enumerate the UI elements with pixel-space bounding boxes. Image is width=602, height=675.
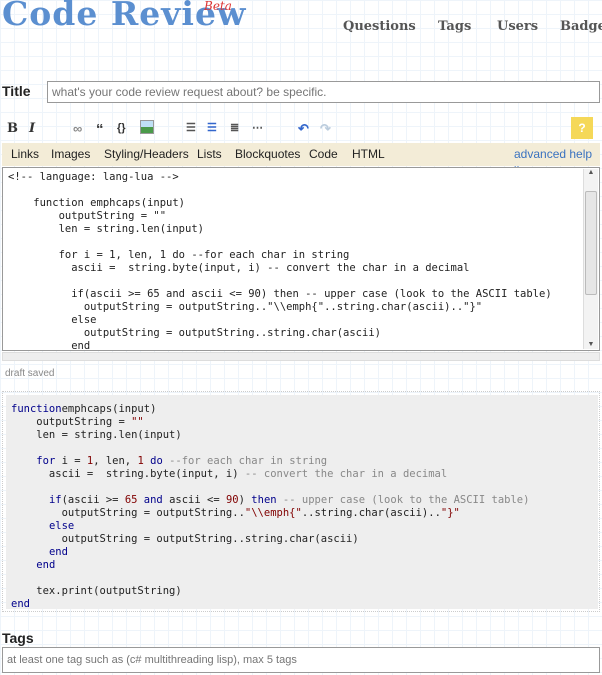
nav-tags[interactable]: Tags [438, 19, 471, 34]
code-token: ..string.char(ascii).. [301, 507, 441, 519]
code-token: "}" [440, 507, 460, 519]
beta-badge: Beta [204, 0, 232, 13]
help-html[interactable]: HTML [352, 147, 385, 161]
code-token: end [48, 546, 68, 558]
code-token: then [251, 494, 277, 506]
tags-input[interactable] [2, 647, 600, 673]
editor-text[interactable]: <!-- language: lang-lua --> function emp… [8, 171, 552, 350]
code-token: (ascii >= [61, 494, 125, 506]
code-token: end [36, 559, 56, 571]
help-lists[interactable]: Lists [197, 147, 222, 161]
help-styling[interactable]: Styling/Headers [104, 147, 189, 161]
preview-line: ascii = string.byte(input, i) -- convert… [11, 468, 598, 481]
bulleted-list-icon[interactable]: ☰ [207, 121, 217, 134]
code-token: ) [238, 494, 252, 506]
code-token: tex.print(outputString) [11, 585, 182, 597]
preview-line: outputString = outputString.."\\emph{"..… [11, 507, 598, 520]
help-code[interactable]: Code [309, 147, 338, 161]
help-images[interactable]: Images [51, 147, 90, 161]
code-token: outputString = [11, 416, 132, 428]
preview-line: end [11, 559, 598, 572]
horizontal-rule-icon[interactable]: ⋯ [252, 121, 263, 134]
code-token: i = [55, 455, 87, 467]
code-token: --for each char in string [162, 455, 328, 467]
bold-icon[interactable]: B [7, 121, 18, 136]
scroll-up-icon[interactable]: ▲ [584, 169, 598, 176]
help-links[interactable]: Links [11, 147, 39, 161]
preview-line: outputString = outputString..string.char… [11, 533, 598, 546]
preview-line: for i = 1, len, 1 do --for each char in … [11, 455, 598, 468]
preview-line: end [11, 546, 598, 559]
italic-icon[interactable]: I [29, 121, 35, 136]
code-token: if [48, 494, 62, 506]
help-icon[interactable]: ? [571, 117, 593, 139]
tags-label: Tags [2, 630, 34, 646]
nav-badges[interactable]: Badges [560, 19, 602, 34]
code-token: ascii <= [162, 494, 226, 506]
preview-line: len = string.len(input) [11, 429, 598, 442]
code-token: len = string.len(input) [11, 429, 182, 441]
preview-line [11, 442, 598, 455]
scroll-down-icon[interactable]: ▼ [584, 341, 598, 348]
code-token: -- upper case (look to the ASCII table) [276, 494, 530, 506]
help-bar: Links Images Styling/Headers Lists Block… [2, 143, 600, 175]
redo-icon[interactable]: ↷ [320, 121, 331, 137]
preview-line: functionemphcaps(input) [11, 403, 598, 416]
help-blockquotes[interactable]: Blockquotes [235, 147, 300, 161]
editor-resize-handle[interactable] [2, 352, 600, 361]
code-token: outputString = outputString..string.char… [11, 533, 359, 545]
draft-status: draft saved [5, 368, 55, 379]
code-token: "" [131, 416, 144, 428]
code-token: 90 [225, 494, 239, 506]
code-token: ascii = string.byte(input, i) [11, 468, 245, 480]
image-icon[interactable] [140, 120, 154, 134]
nav-questions[interactable]: Questions [343, 19, 416, 34]
preview-pane: functionemphcaps(input) outputString = "… [2, 391, 600, 612]
heading-icon[interactable]: ≣ [230, 121, 239, 134]
preview-line [11, 481, 598, 494]
preview-line [11, 572, 598, 585]
nav-users[interactable]: Users [497, 19, 538, 34]
preview-line: end [11, 598, 598, 611]
preview-line: if(ascii >= 65 and ascii <= 90) then -- … [11, 494, 598, 507]
title-input[interactable] [47, 81, 600, 103]
numbered-list-icon[interactable]: ☰ [186, 121, 196, 134]
code-token: and [137, 494, 163, 506]
link-icon[interactable]: ∞ [73, 121, 82, 136]
body-editor[interactable]: <!-- language: lang-lua --> function emp… [2, 167, 600, 351]
code-token: -- convert the char in a decimal [244, 468, 448, 480]
preview-line: tex.print(outputString) [11, 585, 598, 598]
code-token: "\\emph{" [244, 507, 302, 519]
code-token: emphcaps(input) [61, 403, 157, 415]
scroll-thumb[interactable] [585, 191, 597, 295]
code-icon[interactable]: {} [117, 122, 126, 134]
code-token: outputString = outputString.. [11, 507, 245, 519]
code-token: end [11, 598, 30, 610]
code-token: for [36, 455, 56, 467]
code-token: , len, [93, 455, 138, 467]
preview-line: outputString = "" [11, 416, 598, 429]
preview-code: functionemphcaps(input) outputString = "… [11, 403, 598, 611]
undo-icon[interactable]: ↶ [298, 121, 309, 137]
code-token: 65 [124, 494, 138, 506]
code-token: function [11, 403, 62, 415]
editor-scrollbar[interactable]: ▲ ▼ [583, 169, 598, 349]
blockquote-icon[interactable]: “ [96, 121, 104, 138]
code-token: else [48, 520, 75, 532]
code-token: do [143, 455, 163, 467]
title-label: Title [2, 83, 31, 99]
preview-line: else [11, 520, 598, 533]
